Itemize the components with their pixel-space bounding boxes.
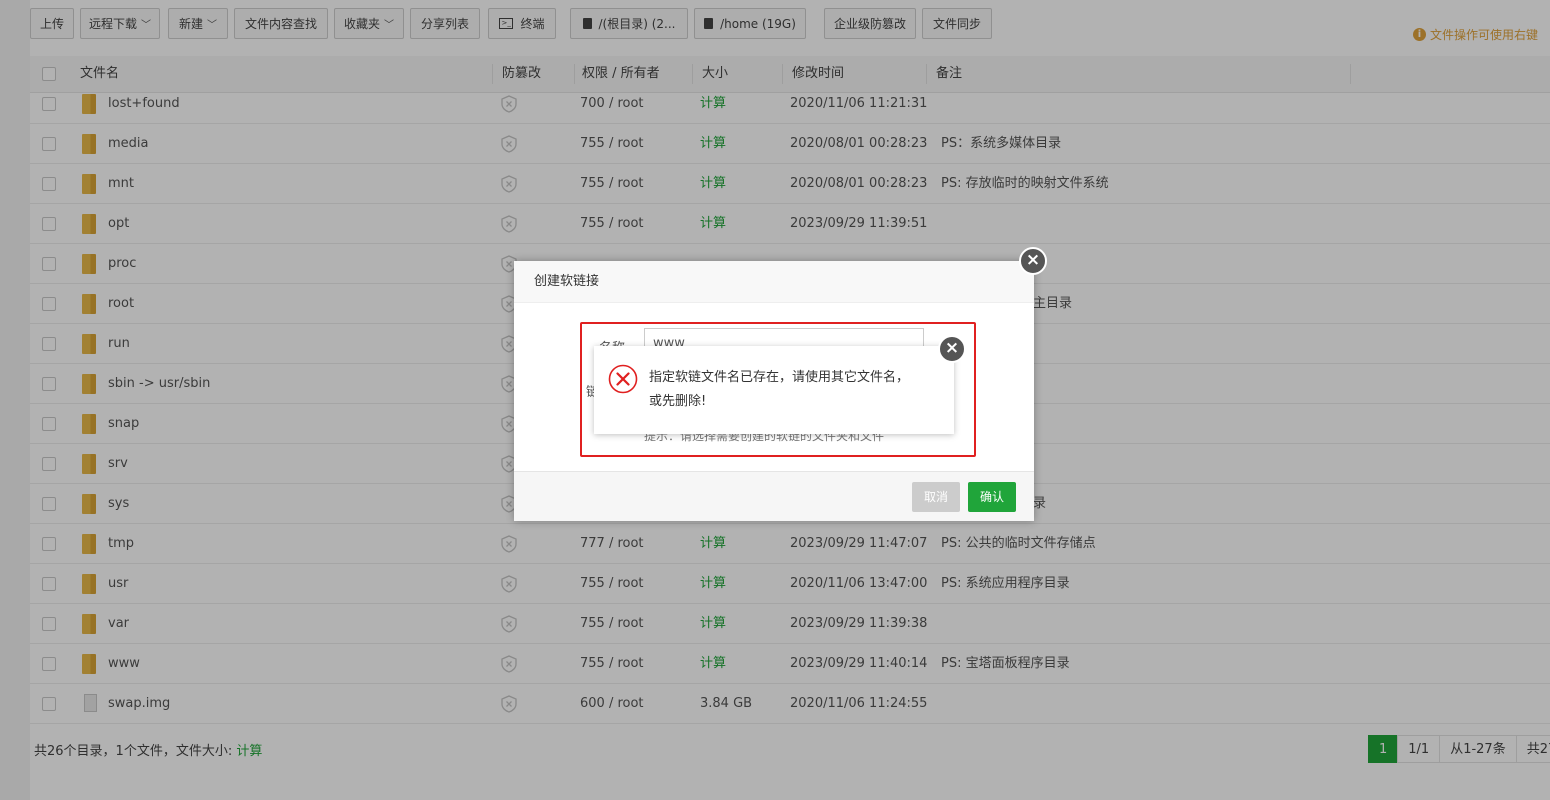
dialog-footer: 取消 确认: [514, 471, 1034, 521]
cancel-button[interactable]: 取消: [912, 482, 960, 512]
dialog-title: 创建软链接: [514, 261, 1034, 303]
confirm-button[interactable]: 确认: [968, 482, 1016, 512]
dialog-close-button[interactable]: ×: [1019, 247, 1047, 275]
highlight-frame: [580, 322, 976, 457]
